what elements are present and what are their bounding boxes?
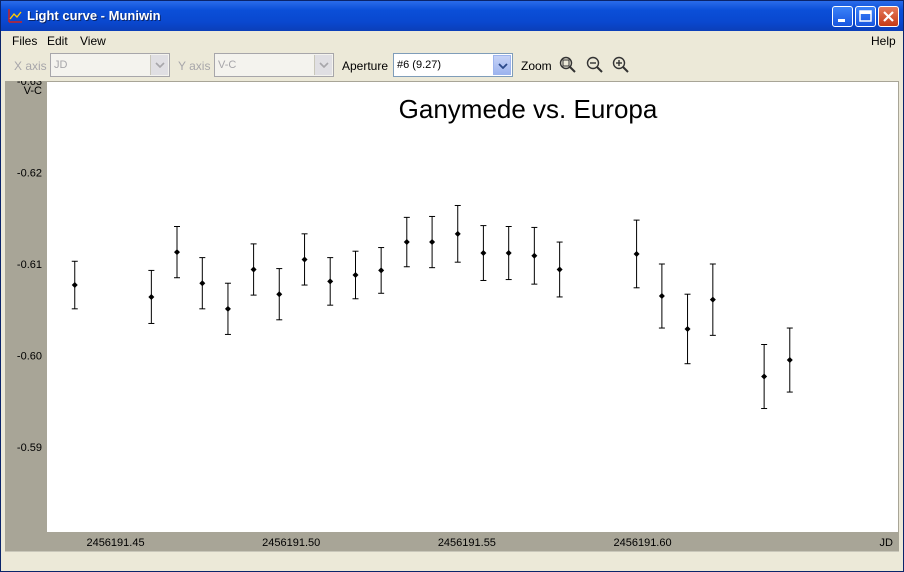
x-tick-label: 2456191.45 xyxy=(86,537,144,549)
maximize-icon xyxy=(859,10,872,22)
chart-icon xyxy=(8,9,22,23)
aperture-label: Aperture xyxy=(342,59,389,73)
toolbar: X axis JD Y axis V-C Aperture #6 (9.27) … xyxy=(5,51,899,81)
light-curve-chart[interactable]: V-C JD Ganymede vs. Europa -0.63-0.62-0.… xyxy=(5,81,899,551)
x-axis-select[interactable]: JD xyxy=(50,53,170,77)
zoom-fit-button[interactable] xyxy=(558,55,578,75)
y-axis-value: V-C xyxy=(218,59,237,71)
zoom-out-button[interactable] xyxy=(585,55,605,75)
menu-edit[interactable]: Edit xyxy=(47,34,68,48)
close-button[interactable] xyxy=(878,6,899,27)
y-axis-dropdown-button[interactable] xyxy=(314,55,332,75)
zoom-label: Zoom xyxy=(521,59,552,73)
chevron-down-icon xyxy=(155,62,165,68)
y-tick-label: -0.63 xyxy=(17,81,42,88)
menu-view[interactable]: View xyxy=(80,34,106,48)
menu-help[interactable]: Help xyxy=(871,34,896,48)
y-tick-labels: -0.63 -0.62 -0.61 -0.60 -0.59 xyxy=(17,81,42,454)
minimize-button[interactable] xyxy=(832,6,853,27)
y-tick-label: -0.60 xyxy=(17,350,42,362)
y-tick-label: -0.62 xyxy=(17,168,42,180)
close-icon xyxy=(883,11,894,22)
zoom-in-icon xyxy=(612,56,629,73)
y-tick-label: -0.61 xyxy=(17,259,42,271)
x-tick-label: 2456191.55 xyxy=(438,537,496,549)
x-tick-label: 2456191.60 xyxy=(613,537,671,549)
menu-files[interactable]: Files xyxy=(12,34,37,48)
zoom-fit-icon xyxy=(559,56,576,73)
x-tick-labels: 2456191.45 2456191.50 2456191.55 2456191.60 xyxy=(86,537,671,549)
maximize-button[interactable] xyxy=(855,6,876,27)
x-axis-dropdown-button[interactable] xyxy=(150,55,168,75)
aperture-select[interactable]: #6 (9.27) xyxy=(393,53,513,77)
chevron-down-icon xyxy=(319,62,329,68)
y-axis-select[interactable]: V-C xyxy=(214,53,334,77)
aperture-value: #6 (9.27) xyxy=(397,59,442,71)
y-axis-label: Y axis xyxy=(178,59,211,73)
x-axis-label: X axis xyxy=(14,59,47,73)
x-tick-label: 2456191.50 xyxy=(262,537,320,549)
minimize-icon xyxy=(838,19,845,22)
x-axis-value: JD xyxy=(54,59,68,71)
menu-bar: Files Edit View Help xyxy=(5,31,899,51)
status-bar xyxy=(5,551,899,569)
chart-title: Ganymede vs. Europa xyxy=(399,94,658,124)
x-axis-title: JD xyxy=(880,537,894,549)
title-bar[interactable]: Light curve - Muniwin xyxy=(1,1,903,31)
main-window: Light curve - Muniwin Files Edit View He… xyxy=(0,0,904,572)
plot-background xyxy=(47,82,898,532)
y-tick-label: -0.59 xyxy=(17,442,42,454)
aperture-dropdown-button[interactable] xyxy=(493,55,511,75)
zoom-in-button[interactable] xyxy=(611,55,631,75)
plot-area[interactable]: V-C JD Ganymede vs. Europa -0.63 -0.62 -0.… xyxy=(5,81,899,551)
window-title: Light curve - Muniwin xyxy=(27,8,161,23)
chevron-down-icon xyxy=(498,63,508,69)
zoom-out-icon xyxy=(586,56,603,73)
